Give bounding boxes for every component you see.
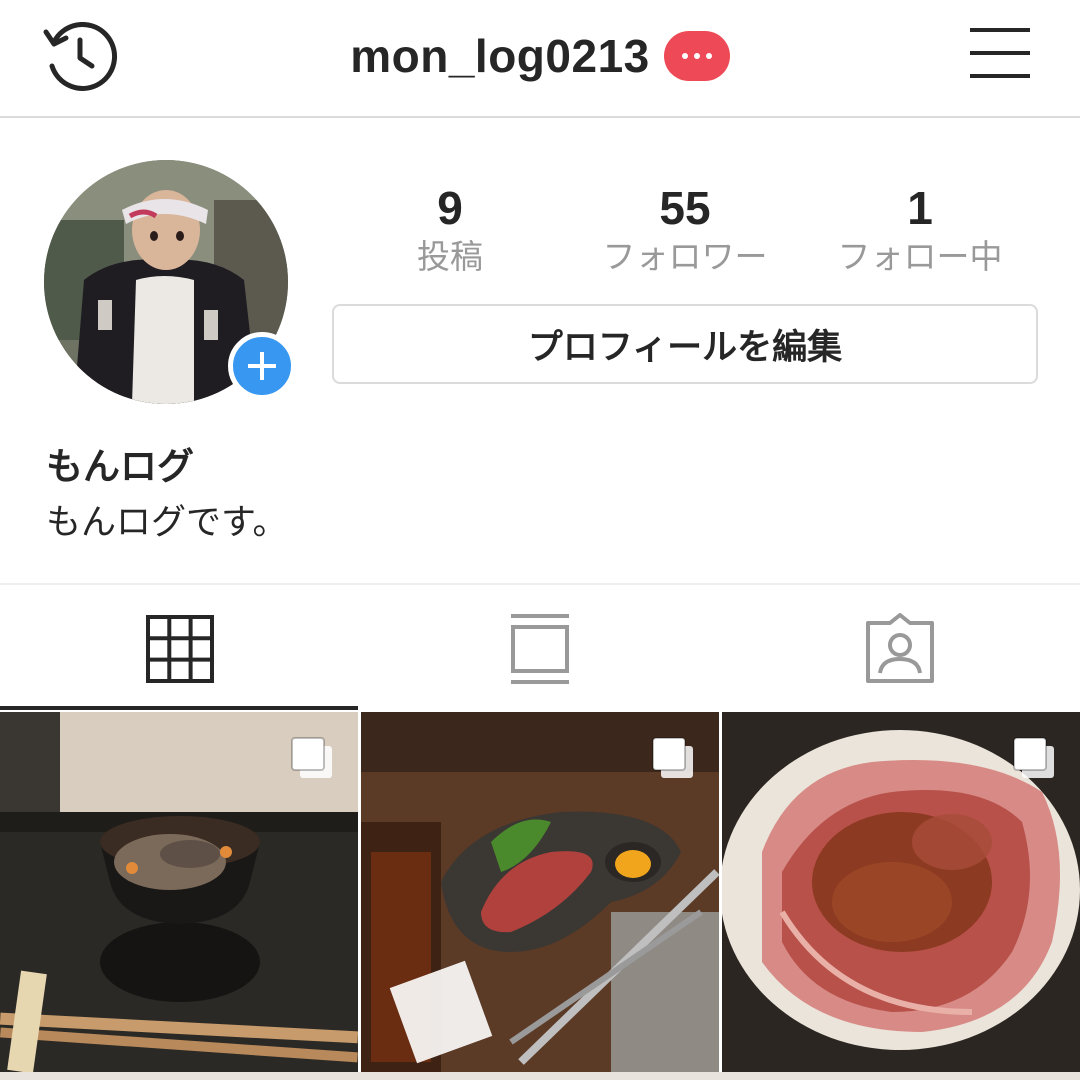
profile-title[interactable]: mon_log0213: [0, 26, 1080, 86]
stat-followers[interactable]: 55 フォロワー: [565, 182, 805, 280]
add-story-button[interactable]: [228, 332, 296, 400]
stat-following[interactable]: 1 フォロー中: [800, 182, 1040, 280]
stat-followers-label: フォロワー: [602, 237, 768, 276]
tab-tagged[interactable]: [720, 585, 1080, 711]
tab-feed[interactable]: [360, 585, 720, 711]
top-bar: mon_log0213: [0, 0, 1080, 118]
edit-profile-button[interactable]: プロフィールを編集: [332, 304, 1038, 384]
post-tile[interactable]: [722, 712, 1080, 1080]
next-post-row: [0, 1072, 1080, 1080]
stat-posts[interactable]: 9 投稿: [330, 182, 570, 280]
carousel-icon: [652, 737, 693, 778]
stat-followers-count: 55: [659, 182, 711, 234]
grid-icon: [146, 615, 214, 683]
tab-grid[interactable]: [0, 585, 360, 711]
tagged-icon: [866, 613, 934, 683]
hamburger-menu-icon[interactable]: [962, 20, 1036, 86]
stat-posts-count: 9: [437, 182, 463, 234]
username[interactable]: mon_log0213: [350, 29, 650, 83]
carousel-icon: [291, 737, 332, 778]
plus-icon: [248, 352, 276, 380]
active-tab-indicator: [0, 706, 358, 710]
stat-following-count: 1: [907, 182, 933, 234]
post-grid: [0, 712, 1080, 1080]
bio: もんログです。: [46, 503, 288, 543]
post-tile[interactable]: [0, 712, 358, 1080]
more-dots-icon[interactable]: [663, 31, 730, 81]
stat-following-label: フォロー中: [837, 237, 1003, 276]
carousel-icon: [1013, 737, 1054, 778]
post-tile[interactable]: [361, 712, 719, 1080]
feed-icon: [511, 614, 569, 684]
display-name: もんログ: [46, 445, 194, 488]
stat-posts-label: 投稿: [417, 237, 483, 276]
profile-tabs: [0, 583, 1080, 709]
